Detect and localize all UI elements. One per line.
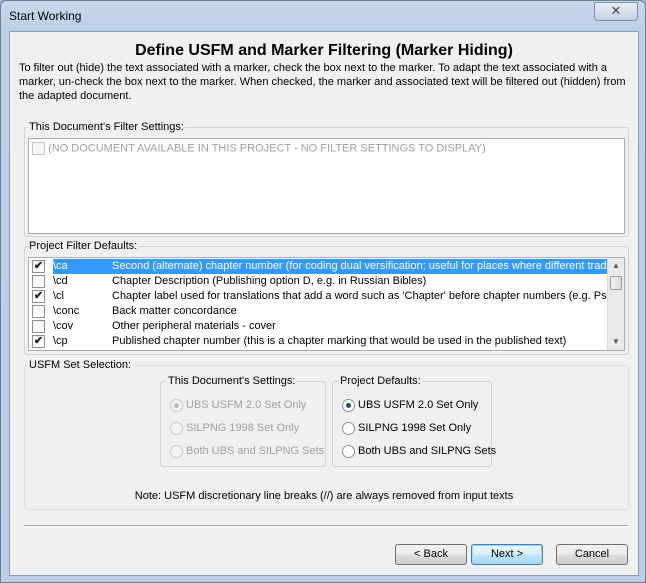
doc-filter-checkbox (32, 142, 45, 155)
project-usfm-option[interactable]: Both UBS and SILPNG Sets (342, 444, 496, 459)
next-button[interactable]: Next > (471, 544, 543, 565)
project-defaults-label: Project Defaults: (339, 375, 422, 387)
marker-row[interactable]: ✔ \ca Second (alternate) chapter number (f… (29, 259, 609, 274)
close-icon: ✕ (610, 3, 622, 18)
scroll-up-icon[interactable]: ▲ (608, 258, 624, 274)
marker-description: Chapter label used for translations that… (112, 290, 616, 302)
marker-row[interactable]: \cov Other peripheral materials - cover (29, 319, 609, 334)
project-filter-label: Project Filter Defaults: (28, 240, 139, 252)
project-defaults-group: Project Defaults: UBS USFM 2.0 Set Only S… (332, 375, 496, 467)
marker-code: \ca (53, 259, 112, 274)
project-usfm-radio[interactable] (342, 398, 355, 412)
marker-code: \conc (53, 305, 80, 317)
doc-usfm-option-label: Both UBS and SILPNG Sets (186, 445, 325, 457)
doc-settings-group: This Document's Settings: UBS USFM 2.0 S… (160, 375, 326, 467)
doc-usfm-option: SILPNG 1998 Set Only (170, 421, 299, 436)
project-usfm-option[interactable]: SILPNG 1998 Set Only (342, 421, 471, 436)
doc-settings-label: This Document's Settings: (167, 375, 297, 387)
button-separator (24, 525, 628, 527)
marker-description: Published chapter number (this is a chap… (112, 335, 567, 347)
marker-checkbox[interactable] (32, 275, 45, 288)
scroll-thumb[interactable] (610, 276, 622, 290)
doc-filter-group: This Document's Filter Settings: (NO DOC… (24, 121, 629, 237)
intro-text: To filter out (hide) the text associated… (19, 62, 626, 102)
marker-description: Back matter concordance (112, 305, 237, 317)
usfm-set-group: USFM Set Selection: This Document's Sett… (24, 359, 629, 510)
marker-row[interactable]: \cd Chapter Description (Publishing optio… (29, 274, 609, 289)
cancel-button[interactable]: Cancel (556, 544, 628, 565)
project-usfm-radio[interactable] (342, 421, 355, 435)
doc-usfm-option: Both UBS and SILPNG Sets (170, 444, 324, 459)
marker-checkbox[interactable]: ✔ (32, 290, 45, 303)
doc-filter-label: This Document's Filter Settings: (28, 121, 185, 133)
dialog-client-area: Define USFM and Marker Filtering (Marker… (9, 31, 639, 576)
marker-checkbox[interactable]: ✔ (32, 335, 45, 348)
project-usfm-option-label: SILPNG 1998 Set Only (358, 422, 472, 434)
marker-row[interactable]: \conc Back matter concordance (29, 304, 609, 319)
usfm-set-label: USFM Set Selection: (28, 359, 133, 371)
line-break-note: Note: USFM discretionary line breaks (//… (134, 490, 514, 502)
marker-checkbox[interactable] (32, 320, 45, 333)
marker-description: Chapter Description (Publishing option D… (112, 275, 427, 287)
marker-code: \cd (53, 275, 68, 287)
scroll-down-icon[interactable]: ▼ (608, 334, 624, 350)
doc-usfm-option-label: SILPNG 1998 Set Only (186, 422, 300, 434)
project-usfm-radio[interactable] (342, 444, 355, 458)
marker-description: Other peripheral materials - cover (112, 320, 276, 332)
title-bar: Start Working ✕ (1, 1, 645, 31)
marker-code: \cp (53, 335, 68, 347)
project-filter-group: Project Filter Defaults: ✔ \ca Second (alt… (24, 240, 629, 355)
doc-usfm-option-label: UBS USFM 2.0 Set Only (186, 399, 307, 411)
marker-checkbox[interactable]: ✔ (32, 260, 45, 273)
project-filter-list[interactable]: ✔ \ca Second (alternate) chapter number (f… (28, 257, 625, 351)
doc-usfm-option: UBS USFM 2.0 Set Only (170, 398, 306, 413)
project-usfm-option[interactable]: UBS USFM 2.0 Set Only (342, 398, 478, 413)
project-usfm-option-label: Both UBS and SILPNG Sets (358, 445, 497, 457)
marker-row[interactable]: ✔ \cp Published chapter number (this is a … (29, 334, 609, 349)
marker-code: \cov (53, 320, 74, 332)
marker-code: \cl (53, 290, 64, 302)
back-button[interactable]: < Back (395, 544, 467, 565)
dialog-window: Start Working ✕ Define USFM and Marker F… (0, 0, 646, 583)
window-title: Start Working (9, 9, 82, 23)
doc-filter-empty-text: (NO DOCUMENT AVAILABLE IN THIS PROJECT -… (48, 142, 486, 155)
marker-description: Second (alternate) chapter number (for c… (112, 259, 609, 274)
doc-filter-list[interactable]: (NO DOCUMENT AVAILABLE IN THIS PROJECT -… (28, 138, 625, 234)
marker-row[interactable]: ✔ \cl Chapter label used for translations … (29, 289, 615, 304)
doc-filter-empty-row: (NO DOCUMENT AVAILABLE IN THIS PROJECT -… (32, 142, 486, 155)
close-button[interactable]: ✕ (594, 2, 638, 21)
project-filter-scrollbar[interactable]: ▲ ▼ (607, 258, 624, 350)
doc-usfm-radio (170, 444, 183, 458)
doc-usfm-radio (170, 398, 183, 412)
project-usfm-option-label: UBS USFM 2.0 Set Only (358, 399, 479, 411)
page-heading: Define USFM and Marker Filtering (Marker… (135, 42, 513, 59)
marker-checkbox[interactable] (32, 305, 45, 318)
doc-usfm-radio (170, 421, 183, 435)
